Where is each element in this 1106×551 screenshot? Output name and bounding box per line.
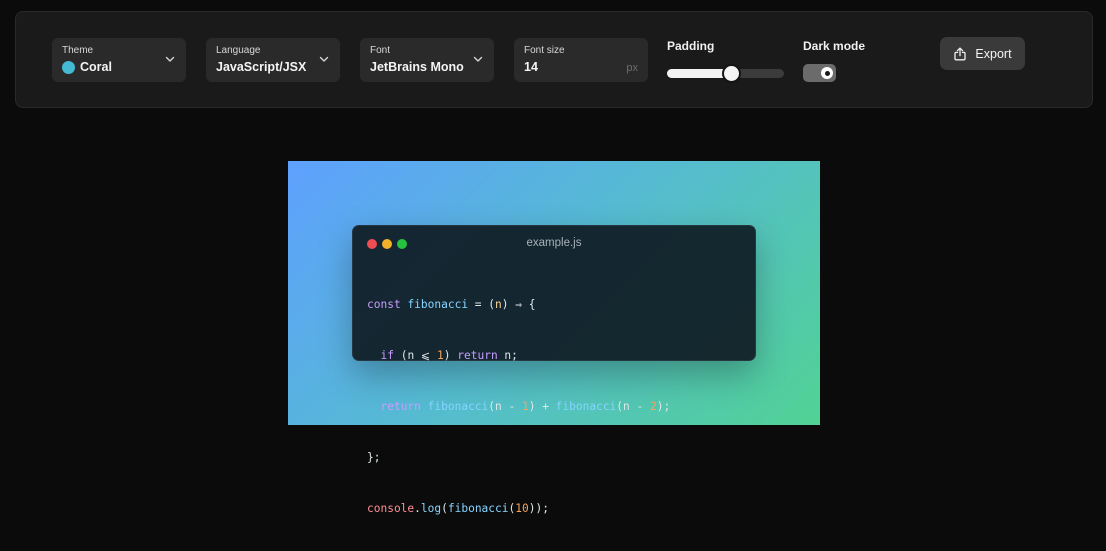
code-line: }; — [367, 451, 381, 464]
chevron-down-icon — [319, 56, 329, 62]
code-line: return fibonacci(n - 1) + fibonacci(n - … — [380, 400, 671, 413]
theme-value: Coral — [62, 60, 112, 74]
font-label: Font — [370, 45, 391, 56]
font-select[interactable]: Font JetBrains Mono — [360, 38, 494, 82]
chevron-down-icon — [473, 56, 483, 62]
language-label: Language — [216, 45, 261, 56]
code-line: console.log(fibonacci(10)); — [367, 502, 549, 515]
toolbar: Theme Coral Language JavaScript/JSX Font… — [15, 11, 1093, 108]
font-size-unit: px — [626, 62, 638, 74]
code-window: example.js const fibonacci = (n) ⇒ { if … — [352, 225, 756, 515]
export-button[interactable]: Export — [940, 37, 1025, 70]
share-icon — [954, 47, 967, 60]
code-line: if (n ⩽ 1) return n; — [380, 349, 518, 362]
window-filename: example.js — [526, 237, 582, 249]
dark-mode-toggle[interactable] — [803, 64, 836, 82]
chevron-down-icon — [165, 56, 175, 62]
code-block: const fibonacci = (n) ⇒ { if (n ⩽ 1) ret… — [367, 262, 670, 551]
padding-label: Padding — [667, 39, 715, 53]
dark-mode-toggle-knob — [821, 67, 833, 79]
font-size-input[interactable]: Font size 14 px — [514, 38, 648, 82]
code-line: const fibonacci = (n) ⇒ { — [367, 298, 536, 311]
theme-select[interactable]: Theme Coral — [52, 38, 186, 82]
dark-mode-label: Dark mode — [803, 39, 866, 53]
padding-slider-thumb[interactable] — [722, 64, 742, 83]
code-preview-canvas: example.js const fibonacci = (n) ⇒ { if … — [288, 161, 820, 515]
font-size-value: 14 — [524, 60, 538, 74]
theme-label: Theme — [62, 45, 94, 56]
export-label: Export — [975, 46, 1012, 61]
theme-value-text: Coral — [80, 60, 112, 74]
language-value: JavaScript/JSX — [216, 60, 307, 74]
language-select[interactable]: Language JavaScript/JSX — [206, 38, 340, 82]
padding-slider[interactable] — [667, 64, 784, 83]
font-value: JetBrains Mono — [370, 60, 464, 74]
theme-swatch — [62, 60, 75, 74]
font-size-label: Font size — [524, 45, 565, 56]
